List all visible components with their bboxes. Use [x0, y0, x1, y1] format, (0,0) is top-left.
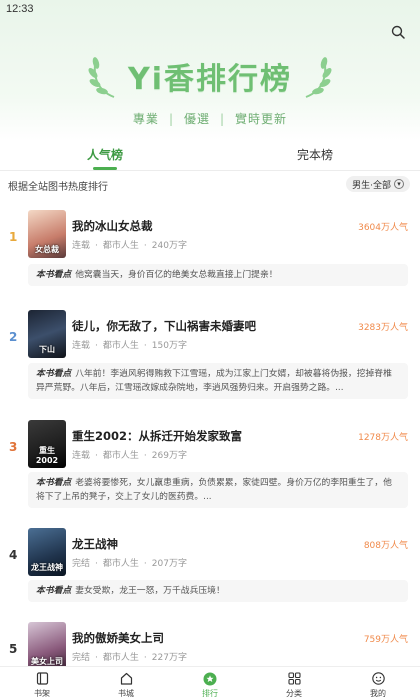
nav-profile[interactable]: 我的: [336, 667, 420, 700]
book-item[interactable]: 4 龙王战神 龙王战神 完结 · 都市人生 · 207万字 808万人气 本书看点 妻女受…: [0, 518, 420, 618]
book-word-count: 240万字: [151, 241, 187, 251]
book-highlight: 本书看点 他窝囊当天，身价百亿的绝美女总裁直接上门提亲！: [28, 264, 408, 286]
book-category: 都市人生: [102, 341, 139, 351]
highlight-text: 八年前！李逍风躬得贿救下江雪瑶，成为江家上门女婿，却被暮将伪报，挖掉脊椎异严荒野…: [36, 369, 392, 393]
book-title[interactable]: 徒儿，你无敌了，下山祸害未婚妻吧: [72, 318, 256, 334]
bookshelf-icon: [35, 671, 50, 686]
rank-number: 5: [9, 642, 18, 656]
hero-title-row: Yi香排行榜: [0, 46, 420, 106]
book-item[interactable]: 5 美女上司 我的傲娇美女上司 完结 · 都市人生 · 227万字 759万人气: [0, 612, 420, 672]
book-status: 连载: [72, 451, 91, 461]
popularity-count: 3604万人气: [358, 223, 408, 233]
status-time: 12:33: [6, 3, 34, 15]
highlight-label: 本书看点: [36, 369, 72, 379]
highlight-label: 本书看点: [36, 478, 72, 488]
nav-label: 我的: [370, 689, 386, 698]
rank-number: 2: [9, 330, 18, 344]
highlight-label: 本书看点: [36, 586, 72, 596]
nav-bookstore[interactable]: 书城: [84, 667, 168, 700]
hero-subtitle-item: 實時更新: [235, 112, 288, 126]
book-meta: 连载 · 都市人生 · 269万字: [72, 451, 187, 461]
cover-title: 女总裁: [35, 245, 59, 254]
book-meta: 完结 · 都市人生 · 227万字: [72, 653, 187, 663]
search-button[interactable]: [388, 22, 408, 42]
gender-filter-label: 男生·全部: [352, 180, 391, 191]
nav-label: 书架: [34, 689, 50, 698]
book-meta: 连载 · 都市人生 · 240万字: [72, 241, 187, 251]
book-cover[interactable]: 女总裁: [28, 210, 66, 258]
book-category: 都市人生: [102, 653, 139, 663]
cover-title: 龙王战神: [31, 563, 63, 572]
popularity-count: 1278万人气: [358, 433, 408, 443]
laurel-left-icon: [88, 57, 115, 98]
cover-title: 下山: [39, 345, 55, 354]
filter-row: 根据全站图书热度排行 男生·全部 ▾: [0, 176, 420, 194]
hero-subtitle-item: 專業: [132, 112, 159, 126]
book-word-count: 269万字: [151, 451, 187, 461]
nav-label: 分类: [286, 689, 302, 698]
book-item[interactable]: 2 下山 徒儿，你无敌了，下山祸害未婚妻吧 连载 · 都市人生 · 150万字 3283…: [0, 300, 420, 410]
search-icon: [391, 25, 405, 39]
nav-bookshelf[interactable]: 书架: [0, 667, 84, 700]
rank-number: 1: [9, 230, 18, 244]
tabs-divider: [0, 170, 420, 171]
book-highlight: 本书看点 八年前！李逍风躬得贿救下江雪瑶，成为江家上门女婿，却被暮将伪报，挖掉脊椎…: [28, 363, 408, 399]
nav-category[interactable]: 分类: [252, 667, 336, 700]
bottom-navigation: 书架 书城 排行 分类 我的: [0, 666, 420, 700]
book-title[interactable]: 龙王战神: [72, 536, 118, 552]
home-icon: [119, 671, 134, 686]
popularity-count: 808万人气: [363, 541, 408, 551]
book-title[interactable]: 我的傲娇美女上司: [72, 630, 164, 646]
cover-title: 重生2002: [35, 446, 59, 465]
ranking-tabs: 人气榜 完本榜: [0, 142, 420, 170]
book-title[interactable]: 我的冰山女总裁: [72, 218, 153, 234]
nav-label: 书城: [118, 689, 134, 698]
rank-number: 3: [9, 440, 18, 454]
book-category: 都市人生: [102, 241, 139, 251]
category-grid-icon: [287, 671, 302, 686]
ranking-description: 根据全站图书热度排行: [8, 182, 108, 193]
book-meta: 连载 · 都市人生 · 150万字: [72, 341, 187, 351]
book-highlight: 本书看点 妻女受欺，龙王一怒，万千战兵压境！: [28, 580, 408, 602]
hero-subtitle-item: 優選: [183, 112, 210, 126]
book-item[interactable]: 1 女总裁 我的冰山女总裁 连载 · 都市人生 · 240万字 3604万人气 本书看点…: [0, 200, 420, 300]
highlight-text: 妻女受欺，龙王一怒，万千战兵压境！: [75, 586, 225, 596]
book-highlight: 本书看点 老婆将要惨死，女儿羸患重病，负债累累，家徒四壁。身价万亿的李阳重生了，他…: [28, 472, 408, 508]
ranking-icon: [203, 671, 218, 686]
hero-title: Yi香排行榜: [127, 62, 292, 97]
book-word-count: 227万字: [151, 653, 187, 663]
tab-popularity[interactable]: 人气榜: [0, 142, 210, 170]
highlight-text: 他窝囊当天，身价百亿的绝美女总裁直接上门提亲！: [75, 270, 278, 280]
book-meta: 完结 · 都市人生 · 207万字: [72, 559, 187, 569]
status-bar: 12:33: [0, 0, 420, 18]
book-category: 都市人生: [102, 451, 139, 461]
book-status: 连载: [72, 341, 91, 351]
popularity-count: 759万人气: [363, 635, 408, 645]
book-word-count: 150万字: [151, 341, 187, 351]
book-word-count: 207万字: [151, 559, 187, 569]
book-cover[interactable]: 下山: [28, 310, 66, 358]
profile-icon: [371, 671, 386, 686]
highlight-text: 老婆将要惨死，女儿羸患重病，负债累累，家徒四壁。身价万亿的李阳重生了，他将下了上…: [36, 478, 392, 502]
nav-label: 排行: [202, 689, 218, 698]
popularity-count: 3283万人气: [358, 323, 408, 333]
laurel-right-icon: [305, 57, 332, 98]
highlight-label: 本书看点: [36, 270, 72, 280]
book-status: 完结: [72, 653, 91, 663]
book-title[interactable]: 重生2002：从拆迁开始发家致富: [72, 428, 242, 444]
rank-number: 4: [9, 548, 18, 562]
chevron-down-icon: ▾: [394, 179, 404, 189]
book-item[interactable]: 3 重生2002 重生2002：从拆迁开始发家致富 连载 · 都市人生 · 269万字 …: [0, 410, 420, 520]
book-status: 完结: [72, 559, 91, 569]
book-cover[interactable]: 龙王战神: [28, 528, 66, 576]
book-status: 连载: [72, 241, 91, 251]
gender-filter-dropdown[interactable]: 男生·全部 ▾: [346, 176, 410, 192]
book-category: 都市人生: [102, 559, 139, 569]
tab-completed[interactable]: 完本榜: [210, 142, 420, 170]
hero-subtitle: 專業 | 優選 | 實時更新: [132, 111, 288, 127]
nav-ranking[interactable]: 排行: [168, 667, 252, 700]
book-cover[interactable]: 美女上司: [28, 622, 66, 670]
book-cover[interactable]: 重生2002: [28, 420, 66, 468]
